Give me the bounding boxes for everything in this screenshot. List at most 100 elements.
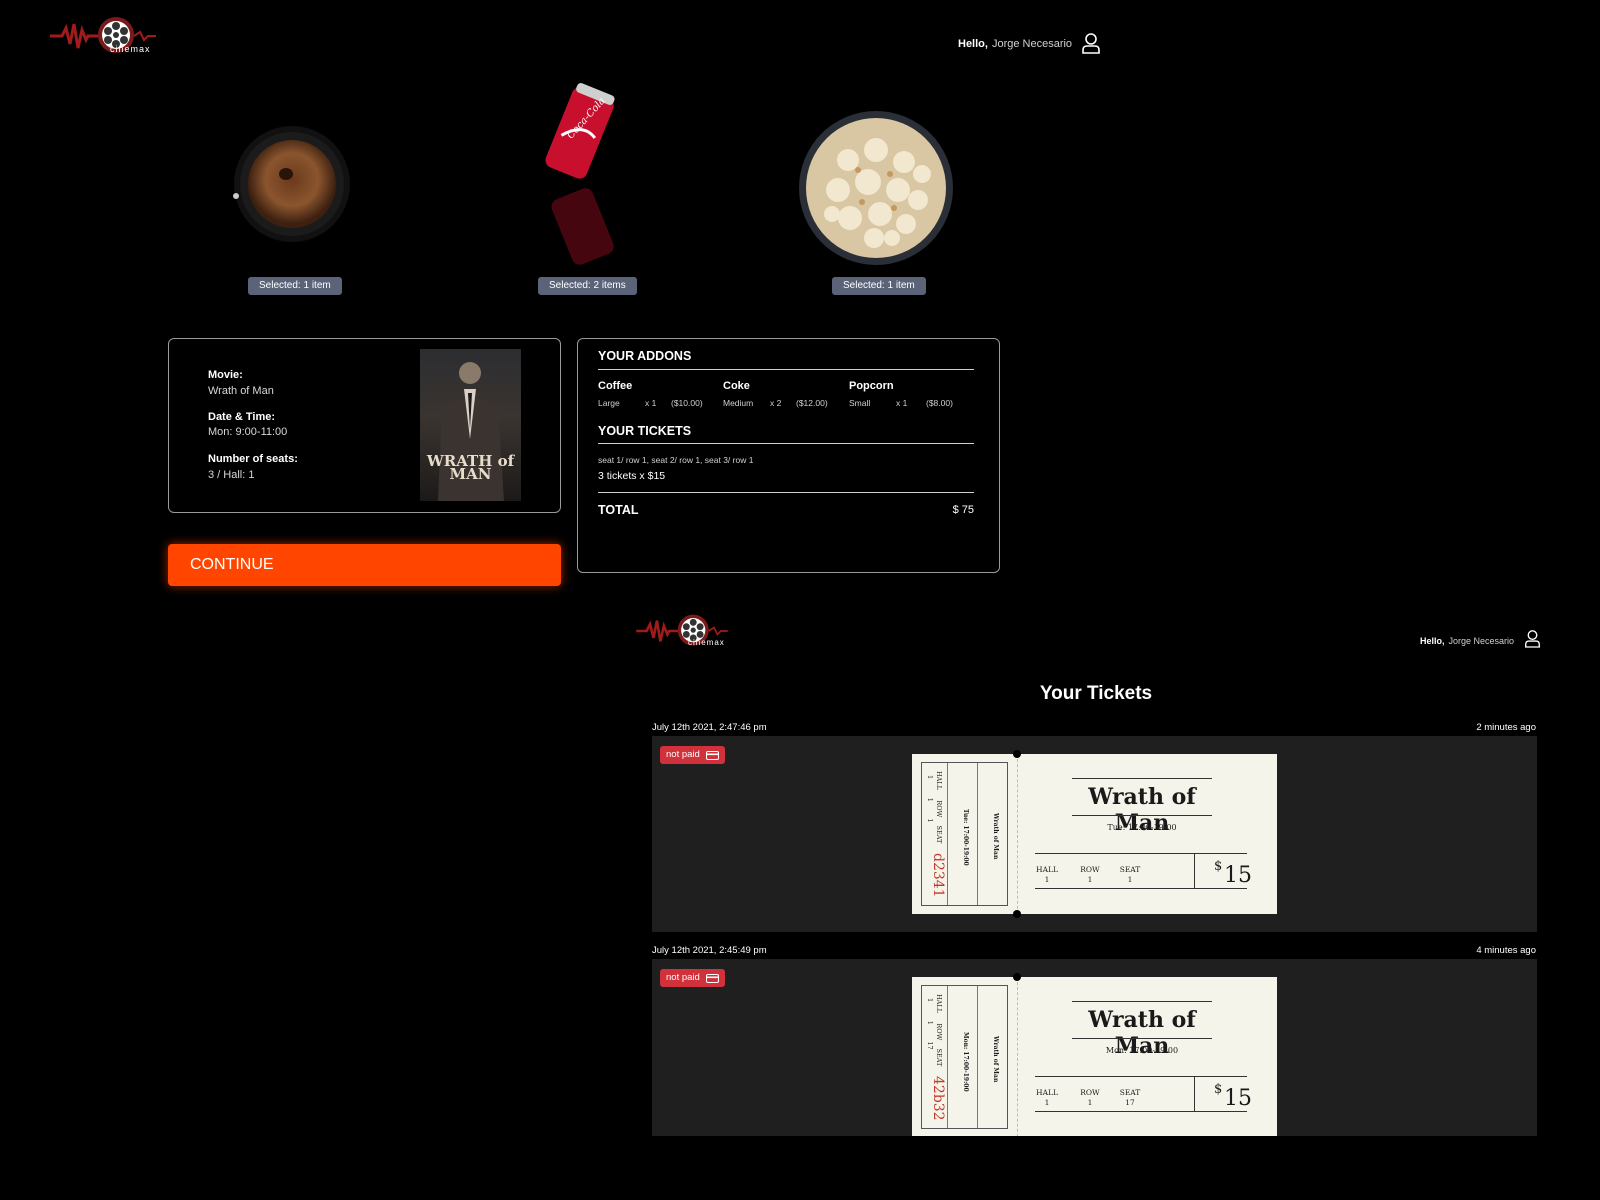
- ticket-hall-value: 1: [1044, 1098, 1050, 1107]
- user-profile-icon[interactable]: [1081, 32, 1101, 54]
- user-name: Jorge Necesario: [991, 38, 1073, 50]
- addon-price: ($10.00): [671, 398, 703, 408]
- ticket-row-value: 1: [1087, 875, 1093, 884]
- ticket-row-label: ROW: [1080, 1088, 1100, 1097]
- ticket-seat-value: 1: [1127, 875, 1133, 884]
- popcorn-bowl-icon[interactable]: [798, 110, 954, 266]
- stub-row-label: ROW: [935, 800, 943, 818]
- movie-value: Wrath of Man: [208, 385, 274, 397]
- seats-value: 3 / Hall: 1: [208, 469, 255, 481]
- addon-size: Medium: [723, 398, 754, 408]
- ticket-perforation: [1017, 754, 1018, 914]
- coffee-selected-badge: Selected: 1 item: [248, 277, 342, 295]
- stub-seat-value: 1: [926, 818, 934, 823]
- brand-name: cinemax: [688, 638, 725, 647]
- ticket-stub: HALL ROW SEAT 1 1 17 42b32 Mon: 17:00-19…: [921, 985, 1008, 1129]
- stub-time: Mon: 17:00-19:00: [962, 1032, 969, 1092]
- not-paid-badge[interactable]: not paid: [660, 969, 725, 987]
- stub-seat-label: SEAT: [935, 1048, 943, 1067]
- coke-can-icon[interactable]: Coca-Cola: [530, 82, 630, 272]
- ticket-seat-value: 17: [1125, 1098, 1135, 1107]
- user-greeting-secondary: Hello, Jorge Necesario: [1420, 636, 1514, 646]
- poster-title: WRATH of MAN: [426, 452, 515, 483]
- stub-row-value: 1: [926, 797, 934, 802]
- ticket-currency: $: [1214, 859, 1223, 874]
- ticket-card: HALL ROW SEAT 1 1 17 42b32 Mon: 17:00-19…: [912, 973, 1277, 1136]
- brand-name: cinemax: [110, 44, 151, 54]
- cinemax-logo-secondary[interactable]: cinemax: [634, 612, 730, 650]
- not-paid-badge[interactable]: not paid: [660, 746, 725, 764]
- stub-hall-label: HALL: [935, 771, 943, 790]
- ticket-seat-label: SEAT: [1119, 865, 1141, 874]
- tickets-heading: YOUR TICKETS: [598, 424, 692, 438]
- addon-qty: x 1: [896, 398, 908, 408]
- stub-values: 1 1 1: [926, 775, 934, 823]
- stub-values: 1 1 17: [926, 998, 934, 1050]
- user-profile-icon[interactable]: [1524, 629, 1541, 648]
- ticket-row[interactable]: not paid HALL ROW SEAT 1 1 1 d2341 Tue: …: [652, 736, 1537, 932]
- addon-price: ($12.00): [796, 398, 828, 408]
- stub-row-label: ROW: [935, 1023, 943, 1041]
- status-label: not paid: [666, 972, 700, 983]
- tickets-line: 3 tickets x $15: [598, 470, 666, 482]
- total-divider: [598, 492, 974, 493]
- addons-heading: YOUR ADDONS: [598, 349, 692, 363]
- total-label: TOTAL: [598, 503, 639, 517]
- movie-label: Movie:: [208, 369, 243, 381]
- coffee-cup-icon[interactable]: [220, 122, 360, 252]
- addon-size: Large: [598, 398, 620, 408]
- stub-labels: HALL ROW SEAT: [935, 994, 943, 1066]
- cinemax-logo[interactable]: cinemax: [48, 14, 158, 58]
- stub-row-value: 1: [926, 1020, 934, 1025]
- ticket-date: July 12th 2021, 2:47:46 pm: [652, 722, 767, 733]
- tickets-page-title: Your Tickets: [1039, 683, 1153, 704]
- total-value: $ 75: [952, 504, 974, 516]
- ticket-hall-label: HALL: [1036, 1088, 1058, 1097]
- stub-hall-value: 1: [926, 775, 934, 780]
- stub-seat-label: SEAT: [935, 825, 943, 844]
- stub-movie: Wrath of Man: [992, 1036, 999, 1083]
- ticket-card: HALL ROW SEAT 1 1 1 d2341 Tue: 17:00-19:…: [912, 750, 1277, 918]
- stub-code: 42b32: [930, 1076, 946, 1121]
- seats-line: seat 1/ row 1, seat 2/ row 1, seat 3/ ro…: [598, 455, 754, 465]
- greeting-label: Hello,: [1420, 636, 1445, 646]
- tickets-divider: [598, 443, 974, 444]
- ticket-ago: 2 minutes ago: [1476, 722, 1536, 733]
- seats-label: Number of seats:: [208, 453, 298, 465]
- ticket-ago: 4 minutes ago: [1476, 945, 1536, 956]
- stub-code: d2341: [930, 853, 946, 898]
- continue-button[interactable]: CONTINUE: [168, 544, 561, 586]
- popcorn-selected-badge: Selected: 1 item: [832, 277, 926, 295]
- addon-name: Coffee: [598, 380, 633, 392]
- stub-labels: HALL ROW SEAT: [935, 771, 943, 843]
- datetime-value: Mon: 9:00-11:00: [208, 426, 288, 438]
- stub-movie: Wrath of Man: [992, 813, 999, 860]
- ticket-stub: HALL ROW SEAT 1 1 1 d2341 Tue: 17:00-19:…: [921, 762, 1008, 906]
- ticket-currency: $: [1214, 1082, 1223, 1097]
- ticket-perforation: [1017, 977, 1018, 1136]
- credit-card-icon: [705, 973, 719, 983]
- ticket-row-value: 1: [1087, 1098, 1093, 1107]
- stub-hall-label: HALL: [935, 994, 943, 1013]
- ticket-time: Tue: 17:00-19:00: [1107, 823, 1177, 832]
- addon-size: Small: [849, 398, 871, 408]
- ticket-hall-value: 1: [1044, 875, 1050, 884]
- addon-name: Coke: [723, 380, 750, 392]
- ticket-row-label: ROW: [1080, 865, 1100, 874]
- addon-price: ($8.00): [926, 398, 953, 408]
- addon-name: Popcorn: [849, 380, 894, 392]
- ticket-price: 15: [1224, 1086, 1252, 1111]
- addons-divider: [598, 369, 974, 370]
- status-label: not paid: [666, 749, 700, 760]
- addon-qty: x 2: [770, 398, 782, 408]
- stub-seat-value: 17: [926, 1041, 934, 1050]
- ticket-row[interactable]: not paid HALL ROW SEAT 1 1 17 42b32 Mon:…: [652, 959, 1537, 1136]
- stub-hall-value: 1: [926, 998, 934, 1003]
- ticket-hall-label: HALL: [1036, 865, 1058, 874]
- movie-poster: WRATH of MAN: [420, 349, 521, 501]
- credit-card-icon: [705, 750, 719, 760]
- ticket-date: July 12th 2021, 2:45:49 pm: [652, 945, 767, 956]
- user-greeting: Hello, Jorge Necesario: [958, 38, 1072, 50]
- user-name: Jorge Necesario: [1448, 636, 1515, 646]
- greeting-label: Hello,: [958, 38, 988, 50]
